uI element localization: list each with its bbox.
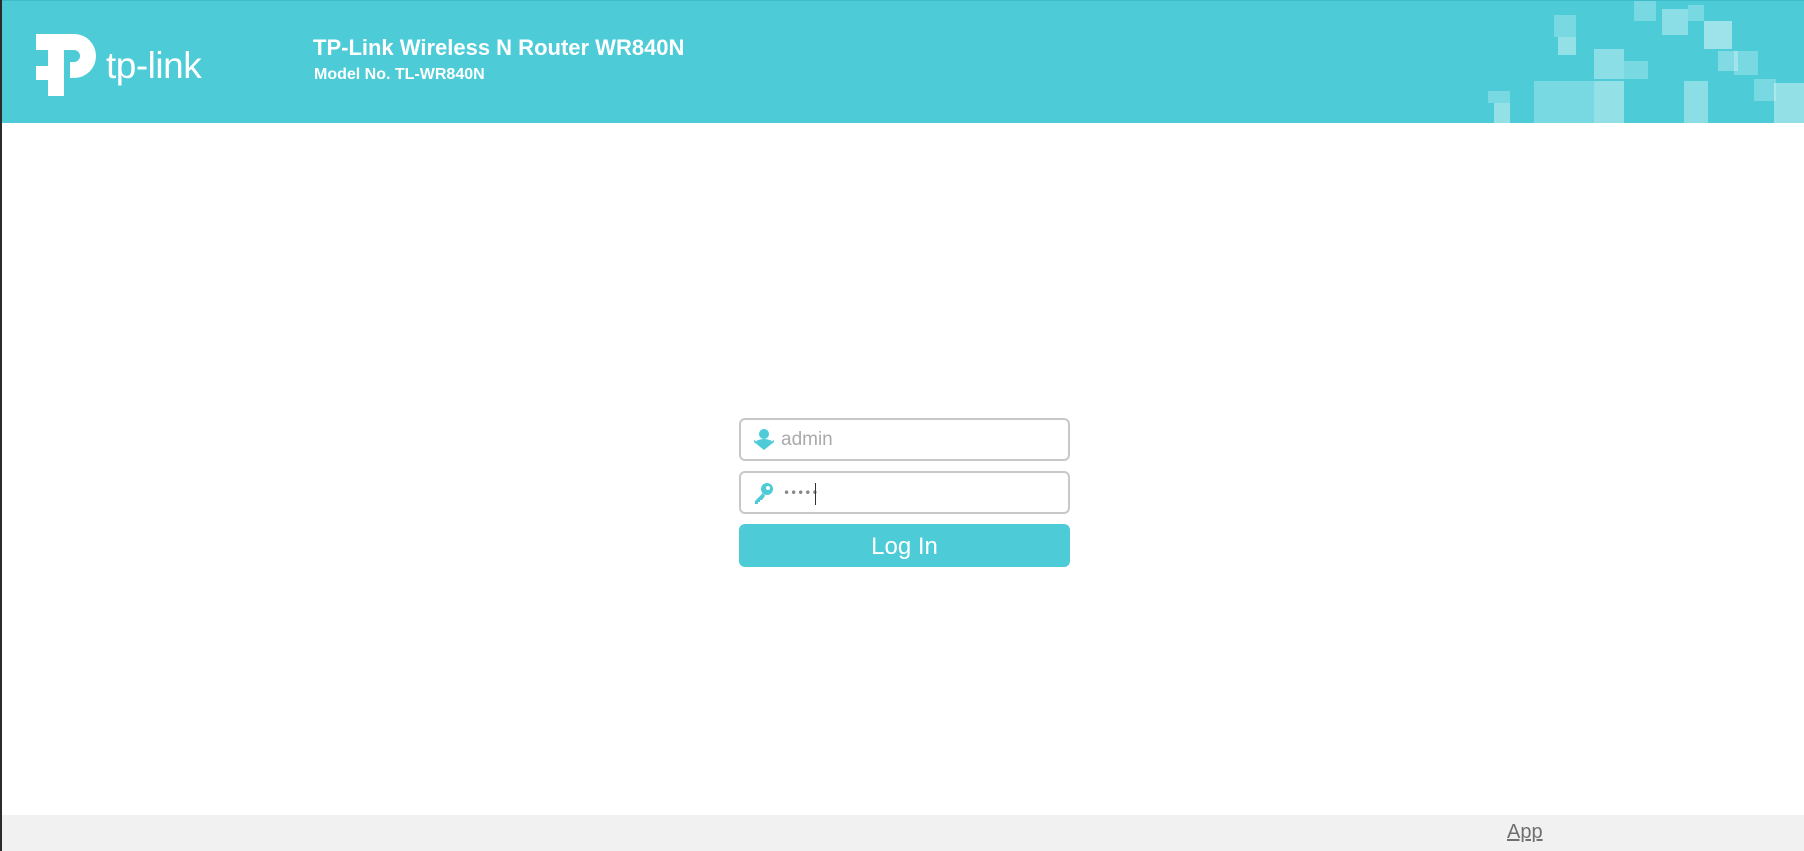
password-field[interactable]: ••••• <box>739 471 1070 514</box>
page-title: TP-Link Wireless N Router WR840N <box>313 35 685 60</box>
footer-bar: App <box>2 815 1804 851</box>
tp-link-logo[interactable]: tp-link <box>34 32 214 98</box>
model-number: Model No. TL-WR840N <box>314 66 485 83</box>
header-decorative-pattern <box>1488 1 1804 123</box>
logo-wordmark: tp-link <box>106 45 202 86</box>
app-link[interactable]: App <box>1507 820 1543 844</box>
router-login-page: tp-link TP-Link Wireless N Router WR840N… <box>0 0 1804 851</box>
username-input[interactable] <box>781 426 1061 453</box>
key-icon <box>755 483 773 504</box>
login-button[interactable]: Log In <box>739 524 1070 567</box>
username-field[interactable] <box>739 418 1070 461</box>
tp-link-logo-mark <box>36 34 96 96</box>
text-caret <box>815 483 816 505</box>
login-form: ••••• Log In <box>739 418 1071 567</box>
user-icon <box>754 429 774 450</box>
header-bar: tp-link TP-Link Wireless N Router WR840N… <box>2 0 1804 123</box>
password-input[interactable]: ••••• <box>783 478 818 508</box>
